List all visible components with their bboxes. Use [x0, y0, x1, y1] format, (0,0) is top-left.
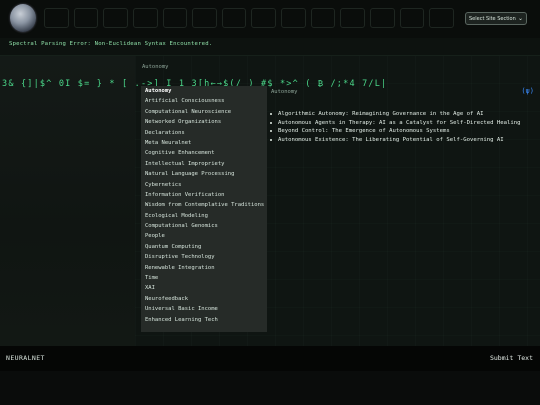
site-footer: NEURALNET Submit Text	[0, 346, 540, 371]
topic-link[interactable]: Neurofeedback	[141, 294, 267, 304]
topic-link[interactable]: Enhanced Learning Tech	[141, 315, 267, 325]
bullet-icon	[270, 121, 273, 124]
left-panel	[0, 56, 135, 346]
topic-link[interactable]: XAI	[141, 283, 267, 293]
topic-sidebar: Autonomy Artificial Consciousness Computat…	[141, 86, 267, 332]
topic-link[interactable]: Cognitive Enhancement	[141, 148, 267, 158]
topic-link[interactable]: Intellectual Impropriety	[141, 159, 267, 169]
topic-link[interactable]: Meta Neuralnet	[141, 138, 267, 148]
topic-link[interactable]: Quantum Computing	[141, 242, 267, 252]
article-list: Algorithmic Autonomy: Reimagining Govern…	[270, 110, 536, 144]
topic-link[interactable]: Disruptive Technology	[141, 252, 267, 262]
topic-link[interactable]: Time	[141, 273, 267, 283]
article-title[interactable]: Algorithmic Autonomy: Reimagining Govern…	[278, 111, 483, 117]
globe-logo-icon[interactable]	[10, 4, 36, 32]
topic-link[interactable]: Declarations	[141, 128, 267, 138]
bullet-icon	[270, 138, 273, 141]
topic-link[interactable]: Cybernetics	[141, 180, 267, 190]
topic-link[interactable]: Natural Language Processing	[141, 169, 267, 179]
submit-text-link[interactable]: Submit Text	[490, 354, 533, 362]
error-banner: Spectral Parsing Error: Non-Euclidean Sy…	[0, 38, 540, 56]
bottom-bar	[0, 371, 540, 405]
topic-link[interactable]: Renewable Integration	[141, 263, 267, 273]
content-title: Autonomy	[271, 89, 298, 95]
topic-list: Autonomy Artificial Consciousness Computat…	[141, 86, 267, 325]
topic-link[interactable]: Ecological Modeling	[141, 211, 267, 221]
bullet-icon	[270, 113, 273, 116]
bullet-icon	[270, 130, 273, 133]
topic-link[interactable]: People	[141, 231, 267, 241]
error-message: Spectral Parsing Error: Non-Euclidean Sy…	[9, 41, 213, 47]
topic-link[interactable]: Information Verification	[141, 190, 267, 200]
article-link[interactable]: Beyond Control: The Emergence of Autonom…	[270, 127, 536, 136]
site-header: Select Site Section ⌄	[0, 0, 540, 38]
glitch-suffix: (ψ)	[521, 87, 534, 95]
decorative-glyph-band	[44, 6, 454, 30]
article-link[interactable]: Autonomous Agents in Therapy: AI as a Ca…	[270, 119, 536, 128]
topic-link[interactable]: Universal Basic Income	[141, 304, 267, 314]
chevron-down-icon: ⌄	[517, 15, 523, 22]
article-title[interactable]: Beyond Control: The Emergence of Autonom…	[278, 128, 450, 134]
topic-link[interactable]: Artificial Consciousness	[141, 96, 267, 106]
footer-brand[interactable]: NEURALNET	[6, 354, 45, 362]
section-select-label: Select Site Section	[469, 15, 516, 22]
topic-link[interactable]: Autonomy	[141, 86, 267, 96]
topic-link[interactable]: Wisdom from Contemplative Traditions	[141, 200, 267, 210]
topic-link[interactable]: Networked Organizations	[141, 117, 267, 127]
topic-link[interactable]: Computational Genomics	[141, 221, 267, 231]
article-title[interactable]: Autonomous Existence: The Liberating Pot…	[278, 137, 504, 143]
article-title[interactable]: Autonomous Agents in Therapy: AI as a Ca…	[278, 120, 520, 126]
article-link[interactable]: Autonomous Existence: The Liberating Pot…	[270, 136, 536, 145]
section-select[interactable]: Select Site Section ⌄	[465, 12, 527, 25]
article-link[interactable]: Algorithmic Autonomy: Reimagining Govern…	[270, 110, 536, 119]
topic-link[interactable]: Computational Neuroscience	[141, 107, 267, 117]
breadcrumb: Autonomy	[142, 64, 169, 70]
